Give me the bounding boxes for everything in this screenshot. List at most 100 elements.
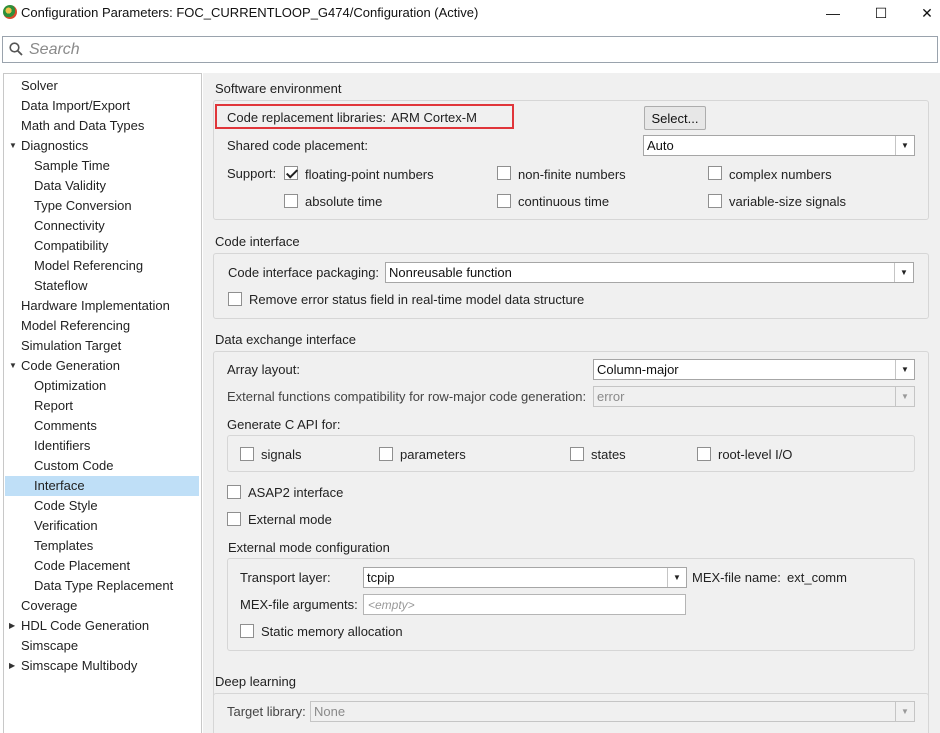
tree-item-report[interactable]: Report [34, 396, 73, 416]
states-checkbox[interactable] [570, 447, 584, 461]
external-mode-label: External mode [248, 512, 332, 527]
tree-item-comments[interactable]: Comments [34, 416, 97, 436]
tree-item-sample-time[interactable]: Sample Time [34, 156, 110, 176]
tree-item-data-import-export[interactable]: Data Import/Export [21, 96, 130, 116]
code-interface-title: Code interface [215, 234, 300, 249]
tree-item-code-style[interactable]: Code Style [34, 496, 98, 516]
data-exchange-title: Data exchange interface [215, 332, 356, 347]
tree-item-hardware-implementation[interactable]: Hardware Implementation [21, 296, 170, 316]
tree-item-simulation-target[interactable]: Simulation Target [21, 336, 121, 356]
tree-item-identifiers[interactable]: Identifiers [34, 436, 90, 456]
tree-item-label: Optimization [34, 378, 107, 393]
parameters-checkbox[interactable] [379, 447, 393, 461]
tree-item-label: Type Conversion [34, 198, 132, 213]
tree-item-connectivity[interactable]: Connectivity [34, 216, 105, 236]
tree-item-label: Report [34, 398, 74, 413]
tree-item-type-conversion[interactable]: Type Conversion [34, 196, 132, 216]
transport-dropdown[interactable]: tcpip ▼ [363, 567, 687, 588]
tree-item-simscape-multibody[interactable]: Simscape Multibody ▶ [9, 656, 138, 676]
tree-item-model-referencing[interactable]: Model Referencing [21, 316, 130, 336]
shared-code-value: Auto [647, 138, 674, 153]
tree-item-coverage[interactable]: Coverage [21, 596, 77, 616]
shared-code-dropdown[interactable]: Auto ▼ [643, 135, 915, 156]
tree-item-model-referencing[interactable]: Model Referencing [34, 256, 143, 276]
tree-item-math-and-data-types[interactable]: Math and Data Types [21, 116, 144, 136]
search-icon [9, 42, 23, 56]
expand-right-icon[interactable]: ▶ [9, 656, 15, 676]
search-box[interactable] [2, 36, 938, 63]
states-label: states [591, 447, 626, 462]
tree-item-label: Math and Data Types [21, 118, 145, 133]
close-button[interactable]: ✕ [904, 0, 940, 26]
c-api-title: Generate C API for: [227, 417, 341, 432]
mex-name-value: ext_comm [787, 570, 847, 585]
chevron-down-icon: ▼ [667, 568, 686, 587]
target-library-value: None [314, 704, 346, 719]
tree-item-label: Code Generation [21, 358, 121, 373]
floating-point-checkbox[interactable] [284, 166, 298, 180]
tree-item-label: Custom Code [34, 458, 114, 473]
complex-label: complex numbers [729, 167, 832, 182]
tree-item-diagnostics[interactable]: Diagnostics ▼ [9, 136, 88, 156]
tree-item-stateflow[interactable]: Stateflow [34, 276, 87, 296]
tree-item-label: Hardware Implementation [21, 298, 170, 313]
window-title: Configuration Parameters: FOC_CURRENTLOO… [21, 5, 479, 20]
tree-item-label: Solver [21, 78, 58, 93]
crl-value: ARM Cortex-M [391, 110, 477, 125]
tree-item-solver[interactable]: Solver [21, 76, 58, 96]
tree-item-optimization[interactable]: Optimization [34, 376, 106, 396]
expand-down-icon[interactable]: ▼ [9, 356, 17, 376]
tree-item-compatibility[interactable]: Compatibility [34, 236, 108, 256]
maximize-button[interactable]: ☐ [858, 0, 904, 26]
search-input[interactable] [29, 39, 909, 60]
expand-down-icon[interactable]: ▼ [9, 136, 17, 156]
root-io-checkbox[interactable] [697, 447, 711, 461]
tree-item-code-generation[interactable]: Code Generation ▼ [9, 356, 121, 376]
non-finite-checkbox[interactable] [497, 166, 511, 180]
tree-item-custom-code[interactable]: Custom Code [34, 456, 113, 476]
tree-item-label: Templates [34, 538, 94, 553]
floating-point-label: floating-point numbers [305, 167, 434, 182]
tree-item-templates[interactable]: Templates [34, 536, 93, 556]
expand-right-icon[interactable]: ▶ [9, 616, 15, 636]
support-label: Support: [227, 166, 277, 181]
array-layout-label: Array layout: [227, 362, 300, 377]
crl-label: Code replacement libraries: [227, 110, 386, 125]
settings-panel: Software environment Code replacement li… [203, 73, 940, 733]
tree-item-code-placement[interactable]: Code Placement [34, 556, 130, 576]
signals-checkbox[interactable] [240, 447, 254, 461]
tree-item-label: Simulation Target [21, 338, 122, 353]
remove-error-checkbox[interactable] [228, 292, 242, 306]
tree-item-hdl-code-generation[interactable]: HDL Code Generation ▶ [9, 616, 149, 636]
tree-item-label: Simscape Multibody [21, 658, 138, 673]
tree-item-verification[interactable]: Verification [34, 516, 98, 536]
ext-func-dropdown: error ▼ [593, 386, 915, 407]
packaging-label: Code interface packaging: [228, 265, 380, 280]
target-library-label: Target library: [227, 704, 306, 719]
tree-item-data-validity[interactable]: Data Validity [34, 176, 106, 196]
asap2-checkbox[interactable] [227, 485, 241, 499]
mex-args-label: MEX-file arguments: [240, 597, 358, 612]
tree-item-simscape[interactable]: Simscape [21, 636, 78, 656]
ext-func-value: error [597, 389, 625, 404]
select-button[interactable]: Select... [644, 106, 706, 130]
tree-item-label: Code Placement [34, 558, 131, 573]
tree-item-label: Coverage [21, 598, 78, 613]
chevron-down-icon: ▼ [894, 263, 913, 282]
tree-item-interface[interactable]: Interface [5, 476, 199, 496]
packaging-value: Nonreusable function [389, 265, 512, 280]
transport-value: tcpip [367, 570, 395, 585]
array-layout-dropdown[interactable]: Column-major ▼ [593, 359, 915, 380]
variable-size-checkbox[interactable] [708, 194, 722, 208]
minimize-button[interactable]: — [810, 0, 856, 26]
packaging-dropdown[interactable]: Nonreusable function ▼ [385, 262, 914, 283]
chevron-down-icon: ▼ [895, 702, 914, 721]
external-mode-checkbox[interactable] [227, 512, 241, 526]
tree-item-data-type-replacement[interactable]: Data Type Replacement [34, 576, 173, 596]
absolute-time-checkbox[interactable] [284, 194, 298, 208]
ext-mode-config-title: External mode configuration [228, 540, 390, 555]
complex-checkbox[interactable] [708, 166, 722, 180]
continuous-time-checkbox[interactable] [497, 194, 511, 208]
static-memory-checkbox[interactable] [240, 624, 254, 638]
mex-args-field[interactable]: <empty> [363, 594, 686, 615]
